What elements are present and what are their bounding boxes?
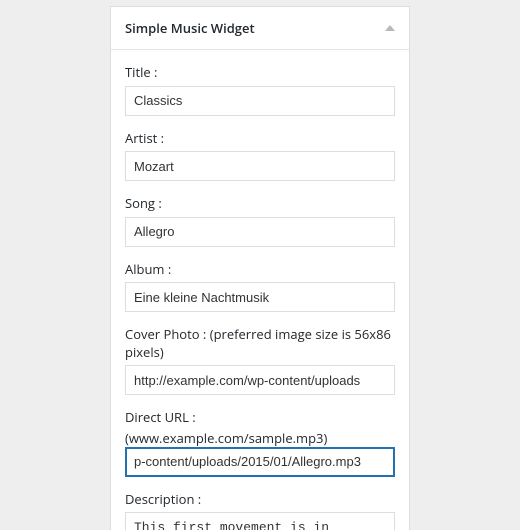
album-input[interactable] <box>125 282 395 312</box>
direct-url-label: Direct URL : <box>125 409 395 427</box>
field-direct-url: Direct URL : (www.example.com/sample.mp3… <box>125 409 395 477</box>
artist-input[interactable] <box>125 151 395 181</box>
direct-url-input[interactable] <box>125 447 395 477</box>
page-background: Simple Music Widget Title : Artist : Son… <box>0 0 520 530</box>
description-textarea[interactable] <box>125 512 395 530</box>
song-input[interactable] <box>125 217 395 247</box>
album-label: Album : <box>125 261 395 279</box>
description-label: Description : <box>125 491 395 509</box>
field-description: Description : <box>125 491 395 530</box>
cover-photo-input[interactable] <box>125 365 395 395</box>
field-artist: Artist : <box>125 130 395 182</box>
title-label: Title : <box>125 64 395 82</box>
title-input[interactable] <box>125 86 395 116</box>
widget-body: Title : Artist : Song : Album : Cover Ph… <box>111 50 409 530</box>
artist-label: Artist : <box>125 130 395 148</box>
music-widget-panel: Simple Music Widget Title : Artist : Son… <box>110 6 410 530</box>
field-title: Title : <box>125 64 395 116</box>
direct-url-hint: (www.example.com/sample.mp3) <box>125 429 395 447</box>
field-cover-photo: Cover Photo : (preferred image size is 5… <box>125 326 395 395</box>
cover-photo-label: Cover Photo : (preferred image size is 5… <box>125 326 395 361</box>
song-label: Song : <box>125 195 395 213</box>
field-song: Song : <box>125 195 395 247</box>
widget-title: Simple Music Widget <box>125 19 255 37</box>
widget-header[interactable]: Simple Music Widget <box>111 7 409 50</box>
collapse-toggle-icon <box>385 25 395 31</box>
field-album: Album : <box>125 261 395 313</box>
